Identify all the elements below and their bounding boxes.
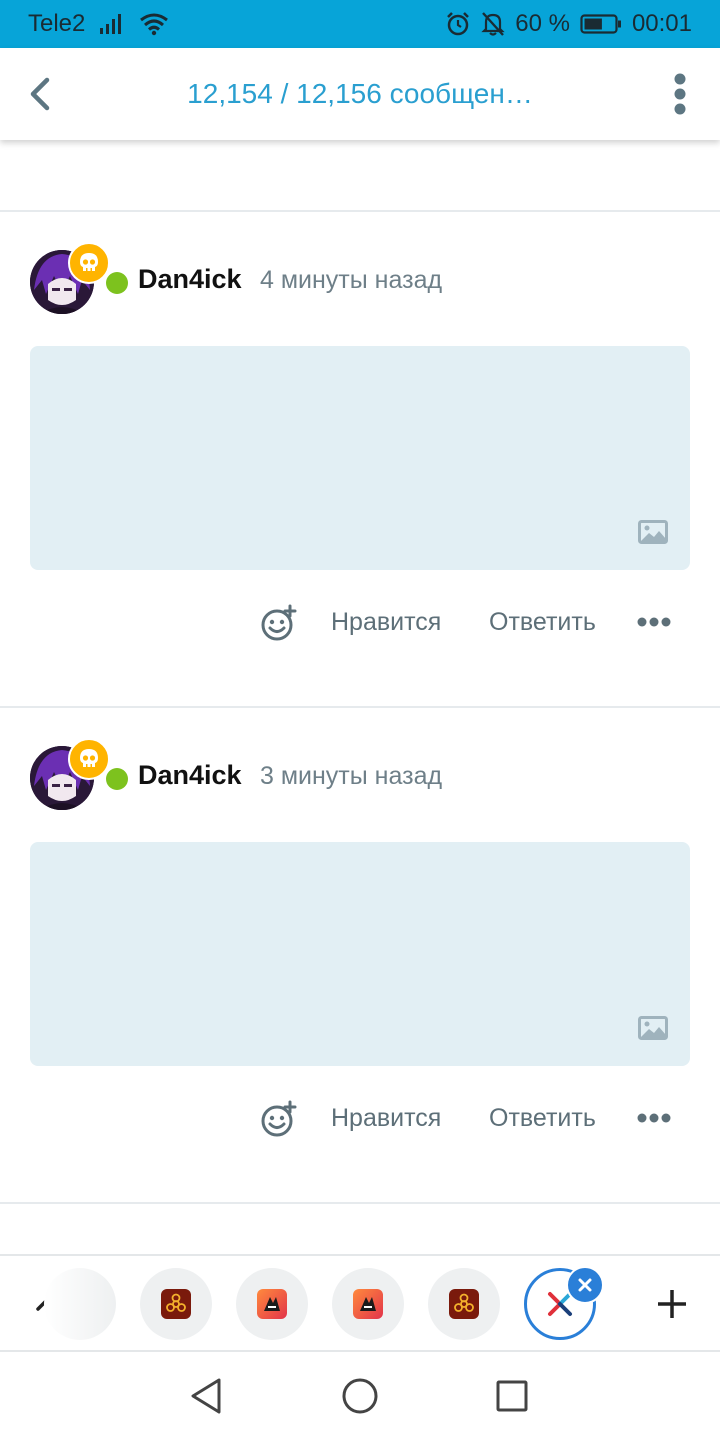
nav-back-button[interactable] [184,1374,228,1418]
anime-app-icon [257,1289,287,1319]
signal-icon [99,13,125,35]
image-icon [638,1016,668,1040]
more-vertical-icon [674,73,686,115]
post: Dan4ick 3 минуты назад Нравится Ответить [0,708,720,1202]
post-more-button[interactable] [636,1106,672,1130]
biohazard-app-icon [161,1289,191,1319]
message-feed[interactable]: Dan4ick 4 минуты назад Нравится Ответить… [0,140,720,1254]
add-emoji-icon [261,604,297,641]
app-header: 12,154 / 12,156 сообщен… [0,48,720,140]
battery-percent: 60 % [515,10,570,37]
close-icon [578,1278,592,1292]
app-tab[interactable] [236,1268,308,1340]
page-title: 12,154 / 12,156 сообщен… [187,78,533,109]
system-nav-bar [0,1352,720,1440]
wifi-icon [139,12,169,36]
anime-app-icon [353,1289,383,1319]
add-reaction-button[interactable] [260,1100,298,1138]
post: Dan4ick 4 минуты назад Нравится Ответить [0,212,720,706]
reply-button[interactable]: Ответить [489,608,596,637]
image-attachment[interactable] [30,346,690,570]
battery-icon [580,13,622,35]
image-icon [638,520,668,544]
nav-recents-button[interactable] [490,1374,534,1418]
skull-icon [68,738,110,780]
triangle-back-icon [191,1378,221,1414]
post-more-button[interactable] [636,610,672,634]
status-bar: Tele2 60 % 00:01 [0,0,720,48]
image-attachment[interactable] [30,842,690,1066]
new-tab-button[interactable] [650,1282,694,1326]
app-tab[interactable] [44,1268,116,1340]
back-arrow-icon [30,77,50,111]
more-horizontal-icon [637,1113,671,1123]
post-timestamp[interactable]: 3 минуты назад [260,762,442,791]
app-tab[interactable] [140,1268,212,1340]
close-tab-button[interactable] [566,1266,604,1304]
like-button[interactable]: Нравится [331,1104,441,1133]
back-button[interactable] [18,70,62,118]
add-emoji-icon [261,1100,297,1137]
square-recents-icon [496,1380,528,1412]
carrier-label: Tele2 [28,10,86,37]
biohazard-app-icon [449,1289,479,1319]
circle-home-icon [342,1378,378,1414]
bell-off-icon [481,11,505,37]
alarm-icon [445,11,471,37]
add-reaction-button[interactable] [260,604,298,642]
online-indicator [106,768,128,790]
divider [0,1202,720,1204]
app-tab[interactable] [332,1268,404,1340]
app-tab-bar [0,1254,720,1352]
nav-home-button[interactable] [338,1374,382,1418]
clock-time: 00:01 [631,10,692,37]
plus-icon [658,1290,686,1318]
app-tab[interactable] [428,1268,500,1340]
username[interactable]: Dan4ick [138,760,242,791]
more-horizontal-icon [637,617,671,627]
online-indicator [106,272,128,294]
username[interactable]: Dan4ick [138,264,242,295]
reply-button[interactable]: Ответить [489,1104,596,1133]
post-timestamp[interactable]: 4 минуты назад [260,266,442,295]
more-options-button[interactable] [662,72,698,116]
like-button[interactable]: Нравится [331,608,441,637]
forum-thread-screen: Tele2 60 % 00:01 12,154 / 12,156 сообщен… [0,0,720,1440]
skull-icon [68,242,110,284]
